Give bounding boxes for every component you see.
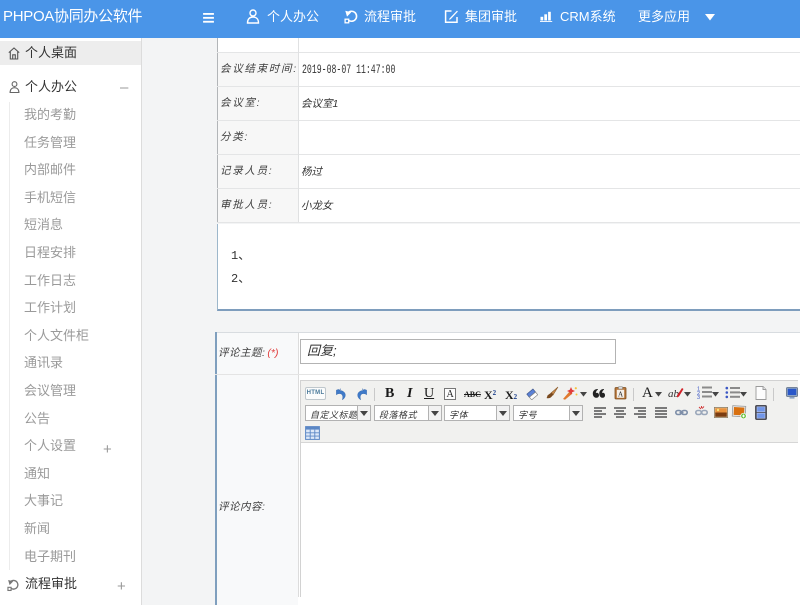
svg-text:A: A [618, 390, 623, 398]
svg-text:3: 3 [697, 395, 700, 399]
svg-text:ab: ab [668, 388, 680, 400]
